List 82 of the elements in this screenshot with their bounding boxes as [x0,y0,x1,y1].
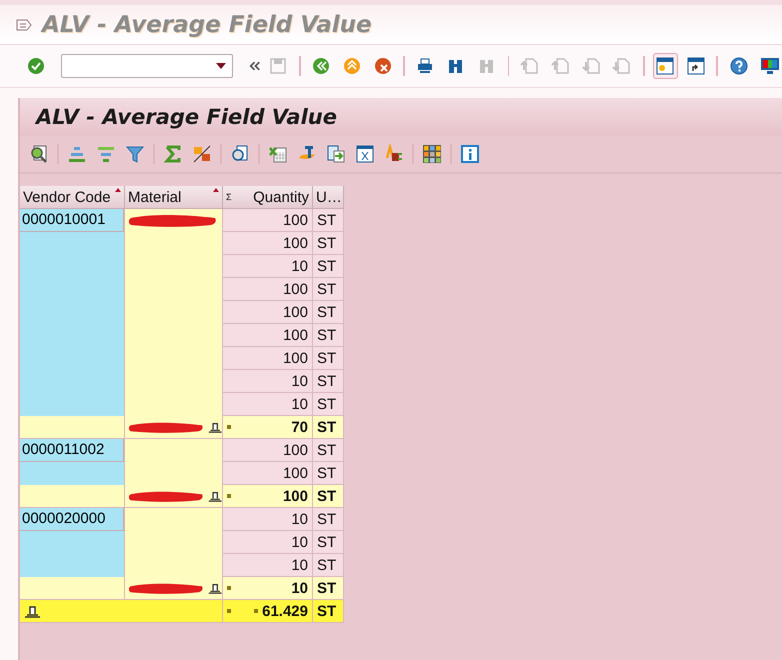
subtotal-unit: ST [313,485,344,508]
export-icon [326,144,346,164]
unit-cell: ST [313,439,344,462]
filter-icon [125,144,145,164]
quantity-cell: 10 [223,508,313,531]
quantity-cell: 100 [223,439,313,462]
subtotal-level-mark [227,425,231,429]
shortcut-icon [686,56,706,76]
help-icon [728,56,749,76]
unit-cell: ST [313,232,344,255]
quantity-cell: 100 [223,232,313,255]
unit-cell: ST [313,508,344,531]
quantity-cell: 10 [223,554,313,577]
total-quantity: 61.429 [262,602,308,620]
quantity-cell: 100 [223,301,313,324]
quantity-cell: 10 [223,531,313,554]
exit-icon [342,56,362,76]
unit-cell: ST [313,393,344,416]
sum-level-icon [208,489,222,503]
report-title: ALV - Average Field Value [36,105,337,129]
cancel-icon [372,56,393,76]
quantity-cell: 100 [223,324,313,347]
vendor-code-cell: 0000020000 [20,508,124,531]
total-unit: ST [313,600,344,623]
unit-cell: ST [313,278,344,301]
quantity-cell: 10 [223,255,313,278]
window-title: ALV - Average Field Value [42,12,372,38]
command-field[interactable] [60,54,233,78]
quantity-cell: 10 [223,393,313,416]
sum-level-icon [208,420,222,434]
next-page-icon [582,56,602,76]
sigma-icon [163,144,183,164]
subtotal-level-mark [227,586,231,590]
quantity-cell: 100 [223,209,313,232]
subtotal-quantity: 70 [291,418,308,436]
unit-cell: ST [313,554,344,577]
layout-grid-icon [422,144,442,164]
save-icon [268,56,288,76]
quantity-cell: 100 [223,462,313,485]
quantity-cell: 10 [223,370,313,393]
unit-cell: ST [313,255,344,278]
vendor-code-cell: 0000011002 [20,439,124,462]
menu-icon [16,18,32,30]
total-level-mark [254,609,258,613]
column-header[interactable]: Σ Quantity [223,186,313,209]
unit-cell: ST [313,462,344,485]
first-page-icon [520,56,540,76]
sort-descending-icon [96,144,116,164]
unit-cell: ST [313,531,344,554]
column-header[interactable]: Material [125,186,223,209]
dropdown-icon [216,63,226,69]
total-level-mark [227,609,231,613]
unit-cell: ST [313,370,344,393]
sort-ascending-icon [67,144,87,164]
column-header[interactable]: U… [313,186,344,209]
last-page-icon [612,56,632,76]
subtotal-quantity: 10 [291,580,308,596]
magnifier-icon [29,144,49,164]
sum-level-icon [24,604,41,618]
subtotal-icon [192,144,212,164]
sum-mark: Σ [226,192,232,202]
subtotal-unit: ST [313,416,344,439]
check-icon [26,56,46,76]
unit-cell: ST [313,324,344,347]
unit-cell: ST [313,301,344,324]
monitor-icon [760,56,780,76]
new-window-icon [655,56,676,76]
unit-cell: ST [313,209,344,232]
subtotal-quantity: 100 [282,488,308,504]
unit-cell: ST [313,347,344,370]
subtotal-level-mark [227,494,231,498]
chart-icon [384,144,404,164]
new-window-button[interactable] [652,53,678,79]
subtotal-unit: ST [313,577,344,600]
quantity-cell: 100 [223,347,313,370]
quantity-cell: 100 [223,278,313,301]
column-header[interactable]: Vendor Code [20,186,125,209]
sum-level-icon [208,581,222,595]
vendor-code-cell: 0000010001 [20,209,124,232]
info-icon [460,144,480,164]
previous-page-icon [550,56,571,76]
back-icon [310,56,331,76]
